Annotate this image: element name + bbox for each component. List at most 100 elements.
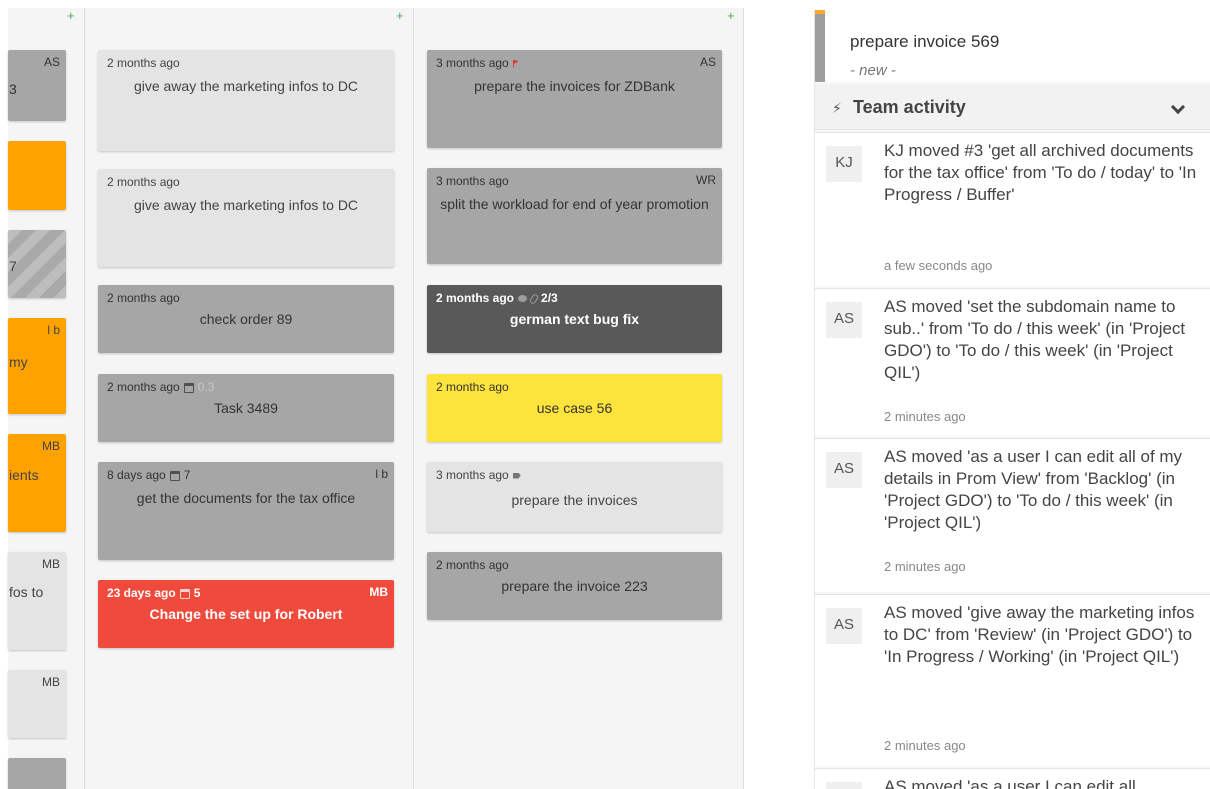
- task-card[interactable]: 3 months ago AS prepare the invoices for…: [427, 50, 722, 148]
- card-timestamp: 3 months ago: [436, 468, 509, 482]
- task-card[interactable]: 2 months ago give away the marketing inf…: [98, 50, 394, 151]
- card-timestamp: 2 months ago: [107, 380, 180, 394]
- tag-icon: [512, 472, 521, 479]
- card-title-fragment: ients: [9, 467, 39, 483]
- activity-item: AS AS moved 'give away the marketing inf…: [815, 594, 1210, 766]
- assignee-initials: MB: [42, 439, 60, 453]
- add-card-button[interactable]: +: [396, 9, 404, 23]
- task-card[interactable]: [8, 758, 66, 789]
- calendar-icon: [183, 382, 194, 393]
- card-title: give away the marketing infos to DC: [133, 197, 359, 213]
- card-timestamp: 3 months ago: [436, 56, 509, 70]
- avatar: KJ: [826, 146, 862, 182]
- task-card[interactable]: MB ients: [8, 434, 66, 532]
- team-activity-title: Team activity: [853, 97, 966, 117]
- card-estimate: 5: [193, 586, 201, 600]
- card-title-fragment: 7: [9, 258, 17, 274]
- selected-task-header[interactable]: prepare invoice 569 - new -: [815, 10, 1210, 82]
- side-panel: prepare invoice 569 - new - ⚡︎ Team acti…: [814, 10, 1210, 789]
- card-estimate: 7: [183, 468, 191, 482]
- card-timestamp: 3 months ago: [436, 174, 509, 188]
- card-timestamp: 8 days ago: [107, 468, 166, 482]
- calendar-icon: [169, 470, 180, 481]
- card-title: prepare the invoices for ZDBank: [474, 78, 675, 94]
- task-card[interactable]: 2 months ago give away the marketing inf…: [98, 169, 394, 267]
- assignee-initials: l b: [47, 323, 60, 337]
- column-divider: [413, 8, 414, 789]
- task-card[interactable]: 7: [8, 230, 66, 298]
- team-activity-header[interactable]: ⚡︎ Team activity: [815, 84, 1210, 130]
- task-card[interactable]: [8, 141, 66, 210]
- priority-flag-icon: [512, 59, 519, 68]
- add-card-button[interactable]: +: [67, 9, 75, 23]
- card-title: prepare the invoices: [511, 492, 638, 508]
- card-title-fragment: my: [9, 354, 28, 370]
- avatar: AS: [826, 782, 862, 789]
- selected-task-status: - new -: [850, 62, 896, 79]
- card-title: give away the marketing infos to DC: [133, 78, 359, 94]
- card-title: check order 89: [199, 311, 293, 327]
- bolt-icon: ⚡︎: [832, 100, 842, 116]
- avatar: AS: [826, 608, 862, 644]
- card-timestamp: 2 months ago: [107, 175, 180, 189]
- activity-text: AS moved 'as a user I can edit all: [884, 777, 1136, 789]
- activity-item: AS AS moved 'set the subdomain name to s…: [815, 288, 1210, 436]
- card-timestamp: 2 months ago: [107, 291, 180, 305]
- task-card[interactable]: 2 months ago check order 89: [98, 285, 394, 353]
- add-card-button[interactable]: +: [727, 9, 735, 23]
- task-card[interactable]: 8 days ago 7 l b get the documents for t…: [98, 462, 394, 560]
- activity-item: AS AS moved 'as a user I can edit all of…: [815, 438, 1210, 592]
- task-card[interactable]: 2 months ago prepare the invoice 223: [427, 552, 722, 620]
- comment-icon: [518, 295, 528, 302]
- task-card[interactable]: 3 months ago prepare the invoices: [427, 462, 722, 532]
- checklist-progress: 2/3: [541, 291, 558, 305]
- card-title: get the documents for the tax office: [136, 490, 356, 506]
- task-color-accent: [815, 10, 825, 14]
- selected-task-title: prepare invoice 569: [850, 32, 1000, 51]
- card-timestamp: 2 months ago: [436, 380, 509, 394]
- card-title: Task 3489: [214, 400, 278, 416]
- assignee-initials: MB: [42, 557, 60, 571]
- assignee-initials: MB: [369, 585, 388, 599]
- activity-time: 2 minutes ago: [884, 409, 966, 424]
- card-title: german text bug fix: [509, 311, 640, 327]
- assignee-initials: WR: [696, 173, 716, 187]
- assignee-initials: AS: [43, 55, 60, 69]
- assignee-initials: l b: [375, 467, 388, 481]
- column-divider: [743, 8, 744, 789]
- activity-text: AS moved 'give away the marketing infos …: [884, 603, 1195, 666]
- card-title: prepare the invoice 223: [501, 578, 648, 594]
- activity-time: 2 minutes ago: [884, 559, 966, 574]
- card-title-fragment: fos to: [9, 584, 44, 600]
- card-title: Change the set up for Robert: [149, 606, 343, 622]
- activity-text: KJ moved #3 'get all archived documents …: [884, 141, 1197, 204]
- task-color-bar: [815, 10, 825, 82]
- card-estimate: 0.3: [197, 380, 215, 394]
- task-card[interactable]: 2 months ago 2/3 german text bug fix: [427, 285, 722, 353]
- card-timestamp: 23 days ago: [107, 586, 176, 600]
- task-card[interactable]: 23 days ago 5 MB Change the set up for R…: [98, 580, 394, 648]
- assignee-initials: MB: [42, 675, 60, 689]
- task-card[interactable]: MB: [8, 670, 66, 738]
- task-card[interactable]: l b my: [8, 318, 66, 414]
- attachment-icon: [528, 292, 540, 305]
- chevron-down-icon[interactable]: [1170, 99, 1186, 115]
- activity-item: AS AS moved 'as a user I can edit all: [815, 768, 1210, 789]
- avatar: AS: [826, 302, 862, 338]
- card-title: use case 56: [536, 400, 613, 416]
- task-card[interactable]: 3 months ago WR split the workload for e…: [427, 168, 722, 264]
- avatar: AS: [826, 452, 862, 488]
- activity-time: a few seconds ago: [884, 258, 993, 273]
- card-timestamp: 2 months ago: [436, 291, 515, 305]
- task-card[interactable]: MB fos to: [8, 552, 66, 650]
- activity-time: 2 minutes ago: [884, 738, 966, 753]
- card-title-fragment: 3: [9, 81, 17, 97]
- assignee-initials: AS: [699, 55, 716, 69]
- activity-text: AS moved 'as a user I can edit all of my…: [884, 447, 1183, 532]
- task-card[interactable]: 2 months ago 0.3 Task 3489: [98, 374, 394, 442]
- card-title: split the workload for end of year promo…: [440, 196, 709, 212]
- task-card[interactable]: AS 3: [8, 50, 66, 121]
- column-divider: [84, 8, 85, 789]
- task-card[interactable]: 2 months ago use case 56: [427, 374, 722, 442]
- activity-text: AS moved 'set the subdomain name to sub.…: [884, 297, 1186, 382]
